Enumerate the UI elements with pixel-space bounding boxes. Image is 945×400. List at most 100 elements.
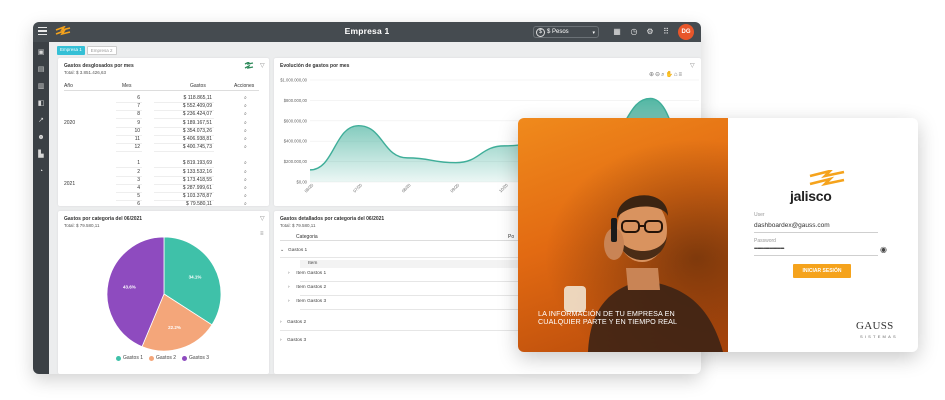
- item-label: Item Gastos 2: [296, 285, 327, 290]
- search-icon[interactable]: ⌕: [244, 201, 247, 206]
- top-bar: Empresa 1 $ $ Pesos ▾ ▦ ◷ ⚙ ⠿ DG: [33, 22, 701, 42]
- expand-row[interactable]: ⌄ Gastos 1: [280, 248, 307, 253]
- x-tick-label: 07/20: [352, 182, 363, 193]
- chevron-right-icon: ›: [288, 285, 290, 290]
- chevron-right-icon: ›: [280, 320, 282, 325]
- user-underline: [754, 232, 878, 233]
- trend-icon[interactable]: ↗: [37, 117, 45, 125]
- y-tick-label: $800.000,00: [284, 98, 308, 103]
- excel-export-icon[interactable]: [244, 62, 254, 69]
- report-icon[interactable]: ▤: [37, 66, 45, 74]
- y-tick-label: $400.000,00: [284, 139, 308, 144]
- month-cell: 5: [137, 193, 140, 200]
- search-icon[interactable]: ⌕: [244, 144, 247, 150]
- month-cell: 3: [137, 176, 140, 183]
- search-icon[interactable]: ⌕: [244, 111, 247, 117]
- chevron-down-icon: ▾: [592, 30, 595, 36]
- table-row: 6 $ 79.580,11 ⌕: [64, 201, 259, 206]
- search-icon[interactable]: ⌕: [244, 169, 247, 175]
- search-icon[interactable]: ⌕: [244, 177, 247, 183]
- item-row[interactable]: › Item Gastos 1: [288, 271, 326, 276]
- eye-icon[interactable]: ◉: [880, 245, 887, 254]
- row-divider: [154, 151, 214, 153]
- item-row[interactable]: › Item Gastos 3: [288, 299, 326, 304]
- search-icon[interactable]: ⌕: [244, 136, 247, 142]
- table-header: Año Mes Gastos Acciones: [64, 82, 259, 91]
- filter-icon[interactable]: ▽: [260, 62, 265, 69]
- apps-grid-icon[interactable]: ⠿: [661, 27, 671, 37]
- legend-item[interactable]: Gastos 3: [182, 355, 209, 361]
- currency-select[interactable]: $ $ Pesos ▾: [533, 26, 599, 38]
- users-icon[interactable]: ☻: [37, 134, 45, 142]
- table-row: 8 $ 236.424,07 ⌕: [64, 111, 259, 120]
- row-divider: [280, 330, 520, 331]
- signin-button[interactable]: INICIAR SESIÓN: [793, 264, 851, 278]
- password-input[interactable]: ••••••••••••••••••••••••••: [754, 246, 785, 252]
- legend-item[interactable]: Gastos 2: [149, 355, 176, 361]
- clock-icon[interactable]: ◷: [629, 27, 639, 37]
- month-cell: 10: [134, 127, 140, 134]
- login-card: La información de tu empresa en cualquie…: [518, 118, 918, 352]
- expense-cell: $ 103.378,87: [182, 193, 212, 200]
- search-icon[interactable]: ⌕: [244, 120, 247, 126]
- table-row: 9 $ 189.167,51 ⌕: [64, 120, 259, 128]
- tab-empresa-2[interactable]: Empresa 2: [86, 46, 117, 55]
- dashboard-icon[interactable]: ▣: [37, 49, 45, 57]
- row-divider: [116, 151, 142, 153]
- row-divider: [300, 309, 520, 310]
- row-divider: [300, 295, 520, 296]
- building-icon[interactable]: ▙: [37, 151, 45, 159]
- month-cell: 6: [137, 95, 140, 101]
- jalisco-logo-icon: [809, 170, 845, 187]
- password-underline: [754, 255, 878, 256]
- column-month: Mes: [122, 83, 132, 89]
- expense-cell: $ 118.865,11: [183, 95, 212, 101]
- chevron-right-icon: ›: [288, 271, 290, 276]
- avatar[interactable]: DG: [678, 24, 694, 40]
- expand-row[interactable]: › Gastos 2: [280, 320, 306, 325]
- gear-icon[interactable]: ⚙: [645, 27, 655, 37]
- calendar-icon[interactable]: ▦: [612, 27, 622, 37]
- wallet-icon[interactable]: ◧: [37, 100, 45, 108]
- search-icon[interactable]: ⌕: [244, 185, 247, 191]
- month-cell: 1: [137, 160, 140, 167]
- password-label: Password: [754, 238, 776, 244]
- column-item: Item: [308, 261, 318, 266]
- legend-item[interactable]: Gastos 1: [116, 355, 143, 361]
- search-icon[interactable]: ⌕: [244, 128, 247, 134]
- user-input[interactable]: dashboardex@gauss.com: [754, 222, 830, 229]
- search-icon[interactable]: ⌕: [244, 193, 247, 199]
- vendor-subtitle: SISTEMAS: [860, 334, 898, 339]
- document-icon[interactable]: ▥: [37, 83, 45, 91]
- column-year: Año: [64, 83, 73, 89]
- category-label: Gastos 2: [286, 320, 307, 325]
- currency-label: $ Pesos: [547, 29, 569, 35]
- table-row: 2 $ 133.532,16 ⌕: [64, 169, 259, 177]
- expand-row[interactable]: › Gastos 3: [280, 338, 306, 343]
- slice-label: 22.2%: [168, 325, 181, 330]
- expense-cell: $ 189.167,51: [182, 119, 212, 126]
- detail-header: Categoria Po: [280, 233, 520, 241]
- month-cell: 4: [137, 185, 140, 191]
- category-label: Gastos 3: [286, 338, 307, 343]
- pie-legend: Gastos 1 Gastos 2 Gastos 3: [116, 355, 209, 361]
- slice-label: 43.6%: [123, 285, 136, 290]
- expense-cell: $ 133.532,16: [182, 168, 212, 175]
- search-icon[interactable]: ⌕: [244, 103, 247, 109]
- item-header: Item: [300, 260, 520, 268]
- detail-title: Gastos detallados por categoria del 06/2…: [280, 216, 385, 222]
- month-cell: 12: [134, 144, 140, 151]
- search-icon[interactable]: ⌕: [244, 95, 247, 101]
- x-tick-label: 10/20: [498, 182, 509, 193]
- expense-cell: $ 354.073,26: [182, 127, 212, 134]
- item-row[interactable]: › Item Gastos 2: [288, 285, 326, 290]
- expense-cell: $ 552.409,09: [182, 103, 212, 110]
- screenshot-stage: Empresa 1 $ $ Pesos ▾ ▦ ◷ ⚙ ⠿ DG ▣ ▤ ▥ ◧…: [0, 0, 945, 400]
- item-label: Item Gastos 3: [296, 299, 327, 304]
- timer-icon[interactable]: ◔: [37, 168, 45, 176]
- tab-empresa-1[interactable]: Empresa 1: [57, 46, 85, 55]
- search-icon[interactable]: ⌕: [244, 160, 247, 166]
- page-title: Empresa 1: [344, 26, 390, 36]
- y-tick-label: $1.000.000,00: [280, 78, 307, 83]
- column-expense: Gastos: [190, 83, 206, 89]
